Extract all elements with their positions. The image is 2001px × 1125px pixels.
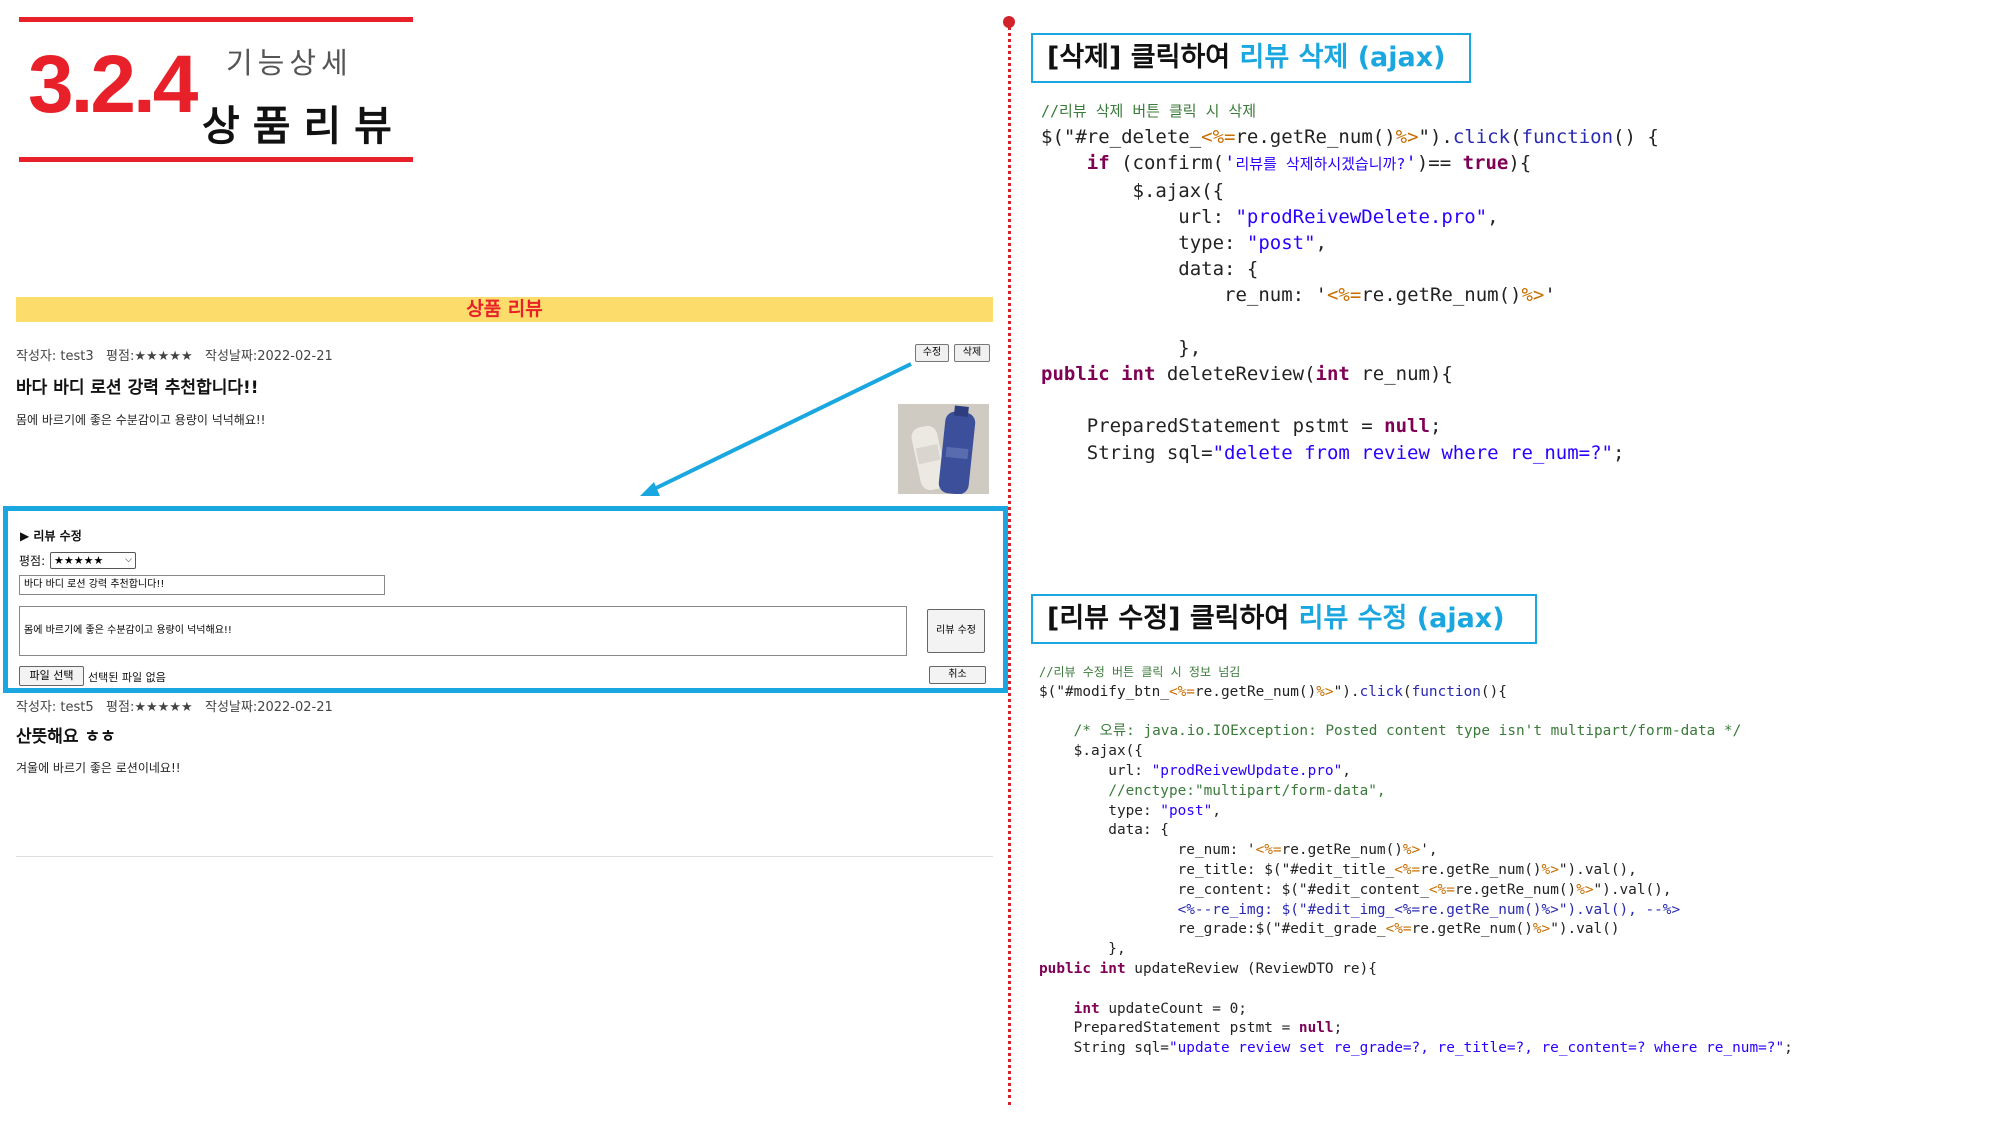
delete-caption-highlight: 리뷰 삭제 (ajax) — [1239, 42, 1446, 73]
edit-content-textarea[interactable]: 몸에 바르기에 좋은 수분감이고 용량이 넉넉해요!! — [19, 606, 907, 656]
review-title: 산뜻해요 ㅎㅎ — [16, 727, 116, 747]
delete-caption: [삭제] 클릭하여 리뷰 삭제 (ajax) — [1031, 33, 1471, 83]
submit-edit-button[interactable]: 리뷰 수정 — [927, 609, 985, 653]
review-body: 겨울에 바르기 좋은 로션이네요!! — [16, 761, 181, 775]
arrow-annotation — [640, 362, 912, 496]
file-select-button[interactable]: 파일 선택 — [19, 666, 84, 686]
grade-select-value: ★★★★★ — [54, 554, 104, 567]
edit-form-heading: ▶ 리뷰 수정 — [20, 529, 82, 543]
review-edit-form: ▶ 리뷰 수정 평점: ★★★★★ ⌵ 바다 바디 로션 강력 추천합니다!! … — [3, 506, 1008, 693]
edit-title-input[interactable]: 바다 바디 로션 강력 추천합니다!! — [19, 575, 385, 595]
chevron-down-icon: ⌵ — [125, 555, 132, 565]
delete-code-block: //리뷰 삭제 버튼 클릭 시 삭제 $("#re_delete_<%=re.g… — [1041, 102, 1659, 464]
vertical-divider — [1008, 20, 1011, 1105]
update-caption: [리뷰 수정] 클릭하여 리뷰 수정 (ajax) — [1031, 594, 1537, 644]
file-status: 선택된 파일 없음 — [88, 671, 166, 684]
update-caption-prefix: [리뷰 수정] 클릭하여 — [1047, 603, 1299, 634]
update-code-block: //리뷰 수정 버튼 클릭 시 정보 넘김 $("#modify_btn_<%=… — [1039, 665, 1793, 1057]
review-meta: 작성자: test5 평점:★★★★★ 작성날짜:2022-02-21 — [16, 700, 333, 715]
delete-caption-prefix: [삭제] 클릭하여 — [1047, 42, 1240, 73]
cancel-button[interactable]: 취소 — [929, 666, 986, 684]
grade-select[interactable]: ★★★★★ ⌵ — [50, 552, 136, 569]
grade-label: 평점: — [19, 554, 46, 568]
update-caption-highlight: 리뷰 수정 (ajax) — [1298, 603, 1505, 634]
review-divider — [16, 856, 993, 857]
